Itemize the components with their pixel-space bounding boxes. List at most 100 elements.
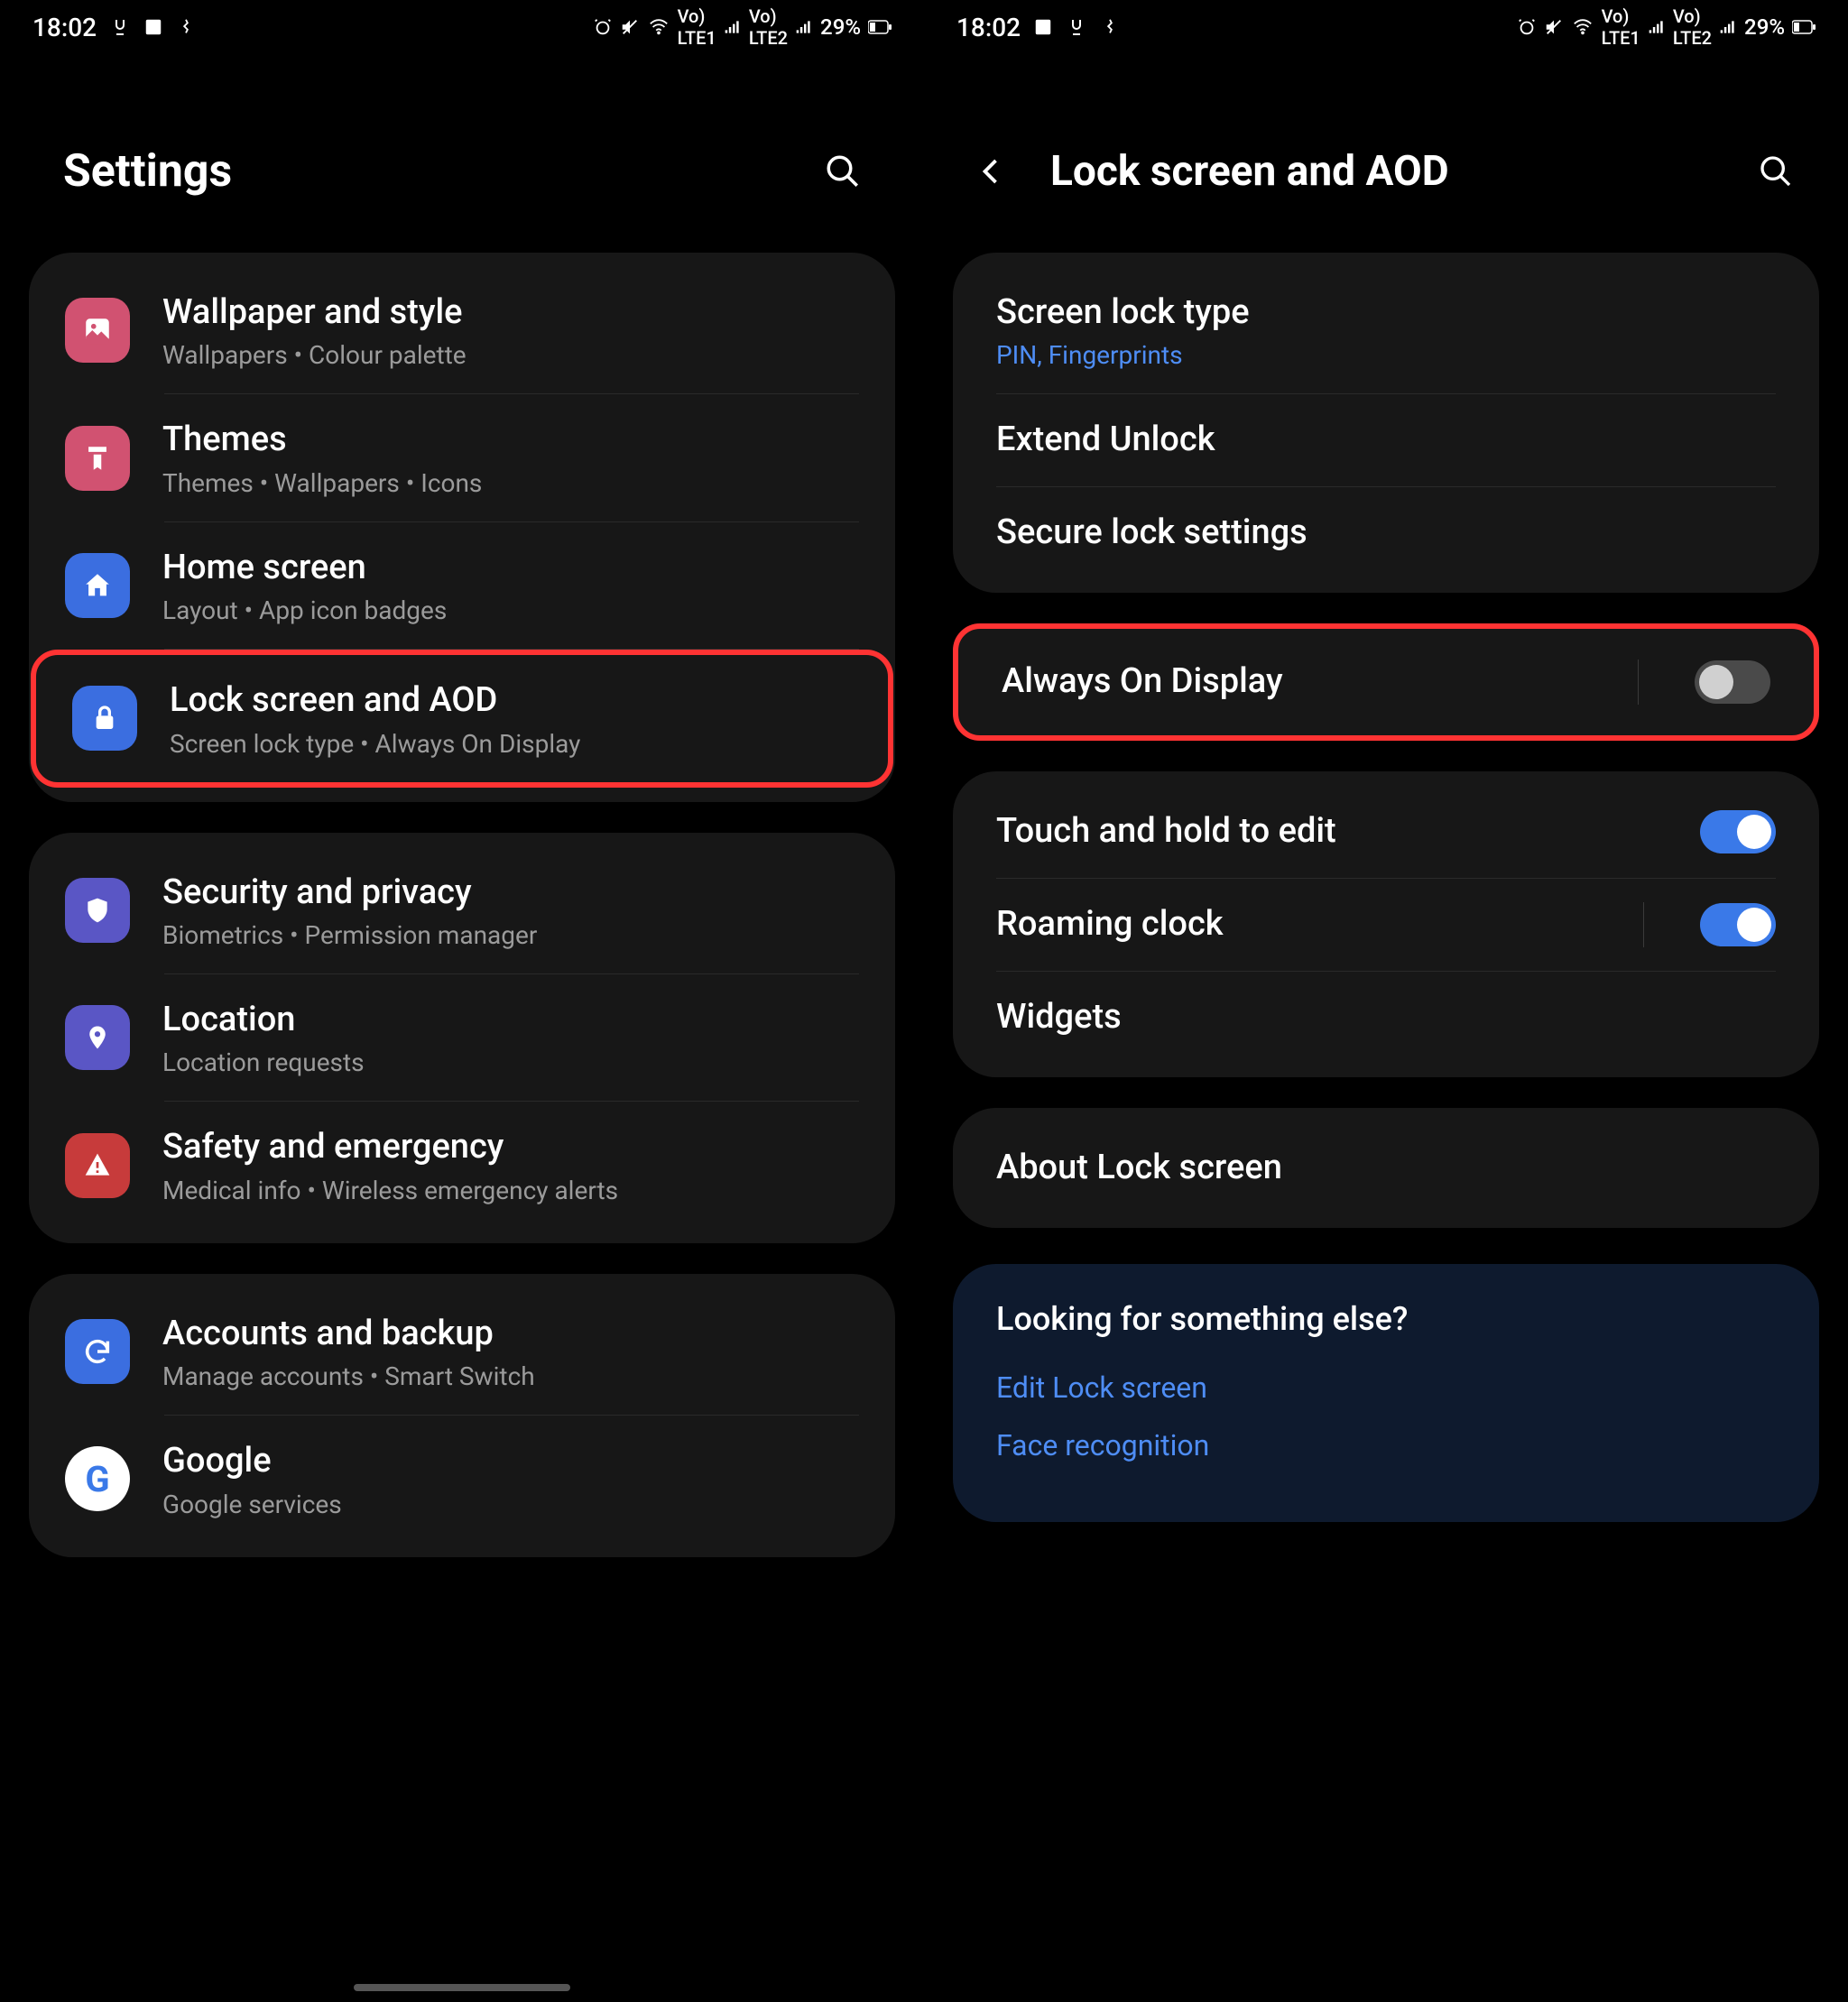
settings-item-security[interactable]: Security and privacy Biometrics • Permis… [29,847,895,973]
search-button[interactable] [816,144,870,198]
item-title: Always On Display [1002,660,1605,704]
settings-item-always-on-display[interactable]: Always On Display [958,636,1814,728]
lte1-label: Vo)LTE1 [678,5,716,49]
settings-item-about-lock-screen[interactable]: About Lock screen [953,1122,1819,1213]
item-title: Touch and hold to edit [996,809,1668,853]
item-title: Roaming clock [996,902,1611,946]
home-indicator[interactable] [354,1984,570,1991]
settings-item-lock-screen[interactable]: Lock screen and AOD Screen lock type • A… [31,650,893,787]
mute-icon [620,17,640,37]
status-time: 18:02 [32,13,97,42]
settings-item-safety[interactable]: Safety and emergency Medical info • Wire… [29,1102,895,1228]
signal1-icon [724,18,742,36]
wifi-icon [647,17,670,37]
item-title: Safety and emergency [162,1125,859,1169]
settings-item-home-screen[interactable]: Home screen Layout • App icon badges [29,522,895,649]
settings-item-wallpaper[interactable]: Wallpaper and style Wallpapers • Colour … [29,267,895,393]
status-app-icon-3 [1100,17,1120,37]
alert-icon [65,1133,130,1198]
related-title: Looking for something else? [996,1300,1776,1338]
toggle-touch-hold-edit[interactable] [1700,810,1776,853]
page-title: Settings [63,145,816,198]
lte1-label: Vo)LTE1 [1602,5,1640,49]
settings-group: Security and privacy Biometrics • Permis… [29,833,895,1243]
battery-icon [868,20,892,34]
item-title: Accounts and backup [162,1312,859,1356]
battery-icon [1792,20,1816,34]
settings-item-touch-hold-edit[interactable]: Touch and hold to edit [953,786,1819,877]
settings-item-google[interactable]: G Google Google services [29,1416,895,1542]
item-title: Location [162,998,859,1042]
settings-group: Touch and hold to edit Roaming clock Wid… [953,771,1819,1077]
item-title: Home screen [162,546,859,590]
lock-screen-settings: 18:02 Vo)LTE1 Vo)LTE2 29% Lock scr [924,0,1848,2002]
item-subtitle: Medical info • Wireless emergency alerts [162,1176,859,1205]
settings-item-extend-unlock[interactable]: Extend Unlock [953,394,1819,485]
status-app-icon-3 [176,17,196,37]
lte2-label: Vo)LTE2 [749,5,788,49]
settings-item-location[interactable]: Location Location requests [29,974,895,1101]
item-subtitle: Layout • App icon badges [162,595,859,625]
item-subtitle: Google services [162,1490,859,1519]
search-button[interactable] [1749,144,1803,198]
item-title: Wallpaper and style [162,291,859,335]
item-title: Secure lock settings [996,511,1776,555]
lock-icon [72,686,137,751]
item-title: Widgets [996,995,1776,1039]
item-subtitle: Screen lock type • Always On Display [170,729,852,759]
item-title: Google [162,1439,859,1483]
settings-item-roaming-clock[interactable]: Roaming clock [953,879,1819,971]
alarm-icon [1517,17,1537,37]
item-subtitle: Wallpapers • Colour palette [162,340,859,370]
settings-group: Wallpaper and style Wallpapers • Colour … [29,253,895,802]
settings-item-widgets[interactable]: Widgets [953,972,1819,1063]
battery-pct: 29% [820,14,861,40]
wifi-icon [1571,17,1594,37]
google-icon: G [65,1446,130,1511]
item-title: Themes [162,418,859,462]
alarm-icon [593,17,613,37]
settings-item-accounts[interactable]: Accounts and backup Manage accounts • Sm… [29,1288,895,1415]
signal2-icon [1719,18,1737,36]
page-title: Lock screen and AOD [1050,147,1713,196]
toggle-always-on-display[interactable] [1695,660,1770,704]
item-subtitle: Themes • Wallpapers • Icons [162,468,859,498]
item-subtitle: PIN, Fingerprints [996,340,1776,370]
status-time: 18:02 [956,13,1021,42]
item-subtitle: Manage accounts • Smart Switch [162,1361,859,1391]
lte2-label: Vo)LTE2 [1673,5,1712,49]
status-app-icon-1 [109,16,131,38]
signal1-icon [1648,18,1666,36]
item-subtitle: Location requests [162,1047,859,1077]
settings-item-themes[interactable]: Themes Themes • Wallpapers • Icons [29,394,895,521]
item-title: Extend Unlock [996,418,1776,462]
battery-pct: 29% [1744,14,1785,40]
status-bar: 18:02 Vo)LTE1 Vo)LTE2 29% [924,0,1848,54]
item-title: Screen lock type [996,291,1776,335]
settings-group: About Lock screen [953,1108,1819,1228]
status-app-icon-2 [1033,17,1053,37]
item-title: Security and privacy [162,871,859,915]
settings-item-screen-lock-type[interactable]: Screen lock type PIN, Fingerprints [953,267,1819,393]
related-links: Looking for something else? Edit Lock sc… [953,1264,1819,1522]
item-subtitle: Biometrics • Permission manager [162,920,859,950]
settings-group: Screen lock type PIN, Fingerprints Exten… [953,253,1819,593]
themes-icon [65,426,130,491]
settings-group: Accounts and backup Manage accounts • Sm… [29,1274,895,1557]
wallpaper-icon [65,298,130,363]
signal2-icon [795,18,813,36]
link-face-recognition[interactable]: Face recognition [996,1428,1776,1462]
status-app-icon-1 [1066,16,1087,38]
settings-group-aod: Always On Display [953,623,1819,741]
status-app-icon-2 [143,17,163,37]
toggle-roaming-clock[interactable] [1700,903,1776,946]
settings-item-secure-lock[interactable]: Secure lock settings [953,487,1819,578]
link-edit-lock-screen[interactable]: Edit Lock screen [996,1370,1776,1405]
sync-icon [65,1319,130,1384]
back-button[interactable] [969,149,1014,194]
location-icon [65,1005,130,1070]
settings-screen: 18:02 Vo)LTE1 Vo)LTE2 29% Settings [0,0,924,2002]
mute-icon [1544,17,1564,37]
item-title: About Lock screen [996,1146,1776,1190]
shield-icon [65,878,130,943]
